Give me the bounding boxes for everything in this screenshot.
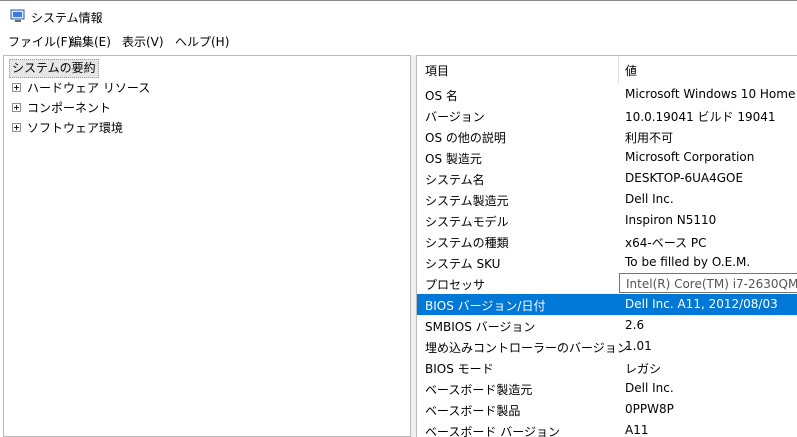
row-item-label: システムモデル: [425, 215, 509, 229]
table-row[interactable]: システム SKU To be filled by O.E.M.: [417, 252, 797, 273]
tree-item-hardware-resources[interactable]: ハードウェア リソース: [12, 79, 150, 97]
table-row[interactable]: ベースボード製造元 Dell Inc.: [417, 378, 797, 399]
row-value: Dell Inc.: [625, 192, 674, 206]
row-item-label: プロセッサ: [425, 278, 486, 292]
row-value: Inspiron N5110: [625, 213, 717, 227]
table-row[interactable]: ベースボード バージョン A11: [417, 420, 797, 437]
table-row[interactable]: システム製造元 Dell Inc.: [417, 189, 797, 210]
column-divider[interactable]: [618, 56, 619, 84]
row-item-label: ベースボード バージョン: [425, 425, 560, 437]
tree-item-system-summary[interactable]: システムの要約: [9, 59, 99, 78]
expand-icon[interactable]: [12, 103, 21, 112]
row-item-label: バージョン: [425, 110, 485, 124]
window-title: システム情報: [31, 11, 103, 25]
list-header: 項目 値: [417, 56, 797, 84]
row-value: To be filled by O.E.M.: [625, 255, 751, 269]
row-value: x64-ベース PC: [625, 236, 707, 250]
menu-file[interactable]: ファイル(F): [6, 33, 74, 50]
table-row[interactable]: システムの種類 x64-ベース PC: [417, 231, 797, 252]
menu-help[interactable]: ヘルプ(H): [173, 33, 231, 50]
table-row[interactable]: OS の他の説明 利用不可: [417, 126, 797, 147]
row-value: Dell Inc. A11, 2012/08/03: [625, 297, 778, 311]
tree-item-label: コンポーネント: [27, 101, 112, 115]
row-value: 10.0.19041 ビルド 19041: [625, 110, 776, 124]
menu-bar: ファイル(F) 編集(E) 表示(V) ヘルプ(H): [0, 31, 797, 51]
row-value: 1.01: [625, 339, 652, 353]
row-item-label: ベースボード製造元: [425, 383, 533, 397]
row-value: Microsoft Corporation: [625, 150, 755, 164]
column-header-value[interactable]: 値: [625, 62, 637, 79]
row-item-label: ベースボード製品: [425, 404, 521, 418]
table-row[interactable]: システムモデル Inspiron N5110: [417, 210, 797, 231]
row-value: Dell Inc.: [625, 381, 674, 395]
row-value: Microsoft Windows 10 Home: [625, 87, 796, 101]
system-information-icon: [10, 9, 25, 22]
row-value: A11: [625, 423, 649, 437]
table-row[interactable]: SMBIOS バージョン 2.6: [417, 315, 797, 336]
table-row[interactable]: バージョン 10.0.19041 ビルド 19041: [417, 105, 797, 126]
category-tree[interactable]: システムの要約 ハードウェア リソース コンポーネント ソフトウェア環境: [3, 55, 411, 437]
row-value: 利用不可: [625, 131, 674, 145]
row-item-label: システム名: [425, 173, 485, 187]
row-item-label: システムの種類: [425, 236, 509, 250]
value-tooltip: Intel(R) Core(TM) i7-2630QM: [619, 273, 797, 293]
table-row[interactable]: BIOS モード レガシ: [417, 357, 797, 378]
expand-icon[interactable]: [12, 83, 21, 92]
row-item-label: OS 名: [425, 89, 458, 103]
row-item-label: 埋め込みコントローラーのバージョン: [425, 341, 629, 355]
tree-item-software-environment[interactable]: ソフトウェア環境: [12, 119, 123, 137]
table-row[interactable]: BIOS バージョン/日付 Dell Inc. A11, 2012/08/03: [417, 294, 797, 315]
menu-edit[interactable]: 編集(E): [68, 33, 113, 50]
table-row[interactable]: プロセッサ Intel(R) Core(TM) i7-2630QM: [417, 273, 797, 294]
row-item-label: OS の他の説明: [425, 131, 506, 145]
row-value: 0PPW8P: [625, 402, 674, 416]
tree-item-label: ソフトウェア環境: [27, 121, 124, 135]
row-value: 2.6: [625, 318, 645, 332]
table-row[interactable]: OS 名 Microsoft Windows 10 Home: [417, 84, 797, 105]
row-item-label: OS 製造元: [425, 152, 482, 166]
expand-icon[interactable]: [12, 123, 21, 132]
table-row[interactable]: OS 製造元 Microsoft Corporation: [417, 147, 797, 168]
row-item-label: BIOS モード: [425, 362, 494, 376]
row-value: DESKTOP-6UA4GOE: [625, 171, 744, 185]
title-bar: システム情報: [0, 0, 797, 31]
details-list[interactable]: 項目 値 OS 名 Microsoft Windows 10 Home バージョン 1…: [416, 55, 797, 437]
tree-item-label: ハードウェア リソース: [27, 81, 151, 95]
row-item-label: BIOS バージョン/日付: [425, 299, 546, 313]
table-row[interactable]: 埋め込みコントローラーのバージョン 1.01: [417, 336, 797, 357]
column-header-item[interactable]: 項目: [425, 62, 449, 79]
tree-item-components[interactable]: コンポーネント: [12, 99, 111, 117]
row-item-label: システム製造元: [425, 194, 509, 208]
row-value: レガシ: [625, 362, 662, 376]
row-item-label: システム SKU: [425, 257, 501, 271]
row-item-label: SMBIOS バージョン: [425, 320, 536, 334]
menu-view[interactable]: 表示(V): [120, 33, 166, 50]
table-row[interactable]: システム名 DESKTOP-6UA4GOE: [417, 168, 797, 189]
table-row[interactable]: ベースボード製品 0PPW8P: [417, 399, 797, 420]
